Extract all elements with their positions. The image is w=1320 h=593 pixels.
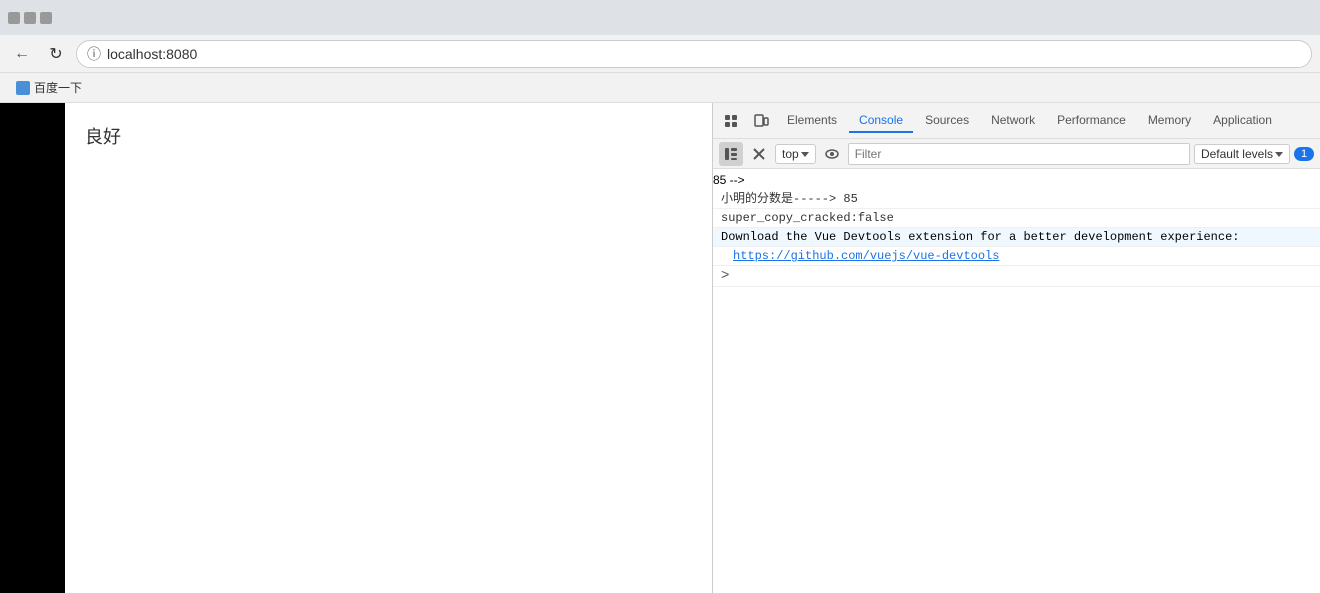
devtools-panel: Elements Console Sources Network Perform… <box>712 103 1320 593</box>
title-bar <box>0 0 1320 35</box>
window-controls <box>8 12 52 24</box>
default-levels-selector[interactable]: Default levels <box>1194 144 1290 164</box>
devtools-inspect-btn[interactable] <box>717 107 745 135</box>
url-text: localhost:8080 <box>107 46 197 62</box>
tab-application[interactable]: Application <box>1203 109 1282 133</box>
default-levels-label: Default levels <box>1201 147 1273 161</box>
address-bar[interactable]: ⓘ localhost:8080 <box>76 40 1312 68</box>
browser-window: ← ↻ ⓘ localhost:8080 百度一下 良好 <box>0 0 1320 593</box>
bookmark-baidu[interactable]: 百度一下 <box>10 77 88 98</box>
console-text-3: Download the Vue Devtools extension for … <box>721 230 1312 244</box>
devtools-toolbar: Elements Console Sources Network Perform… <box>713 103 1320 139</box>
filter-input[interactable] <box>848 143 1190 165</box>
console-line-4: https://github.com/vuejs/vue-devtools <box>713 247 1320 266</box>
bookmarks-bar: 百度一下 <box>0 73 1320 103</box>
left-panel <box>0 103 65 593</box>
window-minimize-btn[interactable] <box>24 12 36 24</box>
console-sidebar-btn[interactable] <box>719 142 743 166</box>
back-button[interactable]: ← <box>8 40 36 68</box>
console-prompt-line: > <box>713 266 1320 287</box>
console-line-1: 小明的分数是-----> 85 <box>713 187 1320 209</box>
console-toolbar: top Default levels 1 <box>713 139 1320 169</box>
refresh-button[interactable]: ↻ <box>42 40 70 68</box>
top-selector[interactable]: top <box>775 144 816 164</box>
window-maximize-btn[interactable] <box>40 12 52 24</box>
top-label: top <box>782 147 799 161</box>
info-icon: ⓘ <box>87 44 101 64</box>
devtools-device-btn[interactable] <box>747 107 775 135</box>
vue-devtools-link[interactable]: https://github.com/vuejs/vue-devtools <box>733 249 999 263</box>
error-badge: 1 <box>1294 147 1314 161</box>
page-content: 良好 <box>65 103 712 593</box>
page-main-text: 良好 <box>85 127 121 147</box>
console-line-2: super_copy_cracked:false <box>713 209 1320 228</box>
console-eye-btn[interactable] <box>820 142 844 166</box>
tab-memory[interactable]: Memory <box>1138 109 1201 133</box>
console-line-3: Download the Vue Devtools extension for … <box>713 228 1320 247</box>
console-text-2: super_copy_cracked:false <box>721 211 1312 225</box>
main-area: 良好 Elements Console Sources Network Perf… <box>0 103 1320 593</box>
baidu-icon <box>16 81 30 95</box>
tab-network[interactable]: Network <box>981 109 1045 133</box>
tab-sources[interactable]: Sources <box>915 109 979 133</box>
tab-performance[interactable]: Performance <box>1047 109 1136 133</box>
console-prompt-icon[interactable]: > <box>721 268 729 284</box>
tab-elements[interactable]: Elements <box>777 109 847 133</box>
console-text-1: 小明的分数是-----> 85 <box>721 189 1312 206</box>
console-clear-btn[interactable] <box>747 142 771 166</box>
console-output: 85 --> 小明的分数是-----> 85 super_copy_cracke… <box>713 169 1320 593</box>
window-close-btn[interactable] <box>8 12 20 24</box>
nav-bar: ← ↻ ⓘ localhost:8080 <box>0 35 1320 73</box>
tab-console[interactable]: Console <box>849 109 913 133</box>
bookmark-label: 百度一下 <box>34 79 82 96</box>
